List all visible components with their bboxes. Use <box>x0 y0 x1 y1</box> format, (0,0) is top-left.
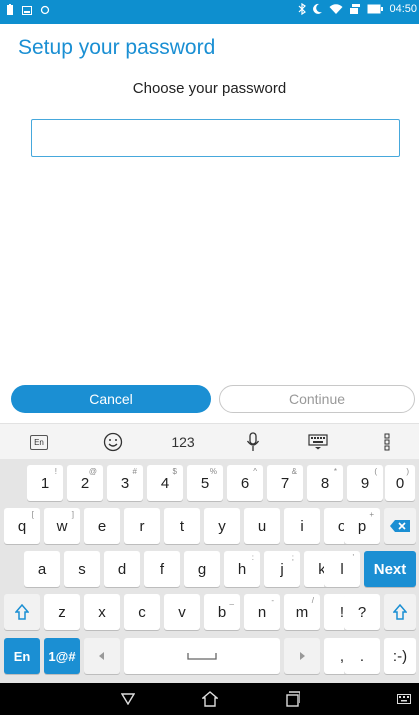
more-options-button[interactable] <box>382 424 392 460</box>
key-m[interactable]: m / <box>284 594 320 630</box>
back-button[interactable] <box>116 683 140 715</box>
key-9[interactable]: 9( <box>347 465 383 501</box>
key-7[interactable]: 7 & <box>267 465 303 501</box>
key-i[interactable]: i <box>284 508 320 544</box>
signal-icon <box>350 4 361 14</box>
status-time: 04:50 <box>389 3 417 15</box>
key-j[interactable]: j; <box>264 551 300 587</box>
key-1[interactable]: 1! <box>27 465 63 501</box>
next-key[interactable]: Next <box>364 551 416 587</box>
page-subtitle: Choose your password <box>132 80 287 97</box>
key-q[interactable]: q[ <box>4 508 40 544</box>
back-icon <box>121 693 135 705</box>
key-n[interactable]: n- <box>244 594 280 630</box>
keyboard-toolbar: En 123 <box>0 423 419 459</box>
status-bar: 04:50 <box>0 0 419 24</box>
shift-icon <box>15 604 29 620</box>
battery-icon <box>367 4 384 14</box>
key-g[interactable]: g <box>184 551 220 587</box>
key-y[interactable]: y <box>204 508 240 544</box>
key-4[interactable]: 4 $ <box>147 465 183 501</box>
key-s[interactable]: s <box>64 551 100 587</box>
key-8[interactable]: 8 * <box>307 465 343 501</box>
key-question[interactable]: ? <box>344 594 380 630</box>
password-input[interactable] <box>31 119 400 157</box>
key-p[interactable]: p + <box>344 508 380 544</box>
key-v[interactable]: v <box>164 594 200 630</box>
key-l[interactable]: l ' <box>324 551 360 587</box>
recents-icon <box>286 691 300 707</box>
key-3[interactable]: 3 # <box>107 465 143 501</box>
key-h[interactable]: h: <box>224 551 260 587</box>
language-label: En <box>30 434 48 450</box>
more-vert-icon <box>384 433 390 451</box>
key-z[interactable]: z <box>44 594 80 630</box>
key-a[interactable]: a <box>24 551 60 587</box>
language-button[interactable]: En <box>28 424 50 460</box>
wifi-icon <box>329 4 343 14</box>
keyboard-hide-button[interactable] <box>394 683 414 715</box>
language-key[interactable]: En <box>4 638 40 674</box>
image-notification-icon <box>22 5 32 15</box>
emoticon-key[interactable]: :-) <box>384 638 416 674</box>
key-0[interactable]: 0) <box>385 465 415 501</box>
key-b[interactable]: b _ <box>204 594 240 630</box>
keyboard-settings-button[interactable] <box>306 424 330 460</box>
key-t[interactable]: t <box>164 508 200 544</box>
keyboard-icon <box>308 434 328 450</box>
moon-icon <box>313 3 323 14</box>
key-d[interactable]: d <box>104 551 140 587</box>
shift-key-right[interactable] <box>384 594 416 630</box>
key-c[interactable]: c <box>124 594 160 630</box>
shift-icon <box>393 604 407 620</box>
cursor-right-key[interactable] <box>284 638 320 674</box>
space-key[interactable] <box>124 638 280 674</box>
bluetooth-icon <box>299 3 307 15</box>
key-2[interactable]: 2 @ <box>67 465 103 501</box>
emoji-button[interactable] <box>101 424 125 460</box>
cursor-left-icon <box>99 652 104 660</box>
continue-button[interactable]: Continue <box>219 385 415 413</box>
space-icon <box>187 653 217 660</box>
backspace-key[interactable] <box>384 508 416 544</box>
key-w[interactable]: w] <box>44 508 80 544</box>
recents-button[interactable] <box>280 683 304 715</box>
key-f[interactable]: f <box>144 551 180 587</box>
shift-key-left[interactable] <box>4 594 40 630</box>
page-title: Setup your password <box>18 36 216 59</box>
key-e[interactable]: e <box>84 508 120 544</box>
battery-notification-icon <box>7 4 13 15</box>
backspace-icon <box>390 520 410 532</box>
home-button[interactable] <box>198 683 222 715</box>
keyboard-icon <box>397 694 411 704</box>
microphone-icon <box>246 432 260 451</box>
home-icon <box>202 691 218 707</box>
symbols-key[interactable]: 1@# <box>44 638 80 674</box>
cancel-button[interactable]: Cancel <box>11 385 211 413</box>
cursor-left-key[interactable] <box>84 638 120 674</box>
voice-input-button[interactable] <box>244 424 262 460</box>
key-5[interactable]: 5% <box>187 465 223 501</box>
sync-notification-icon <box>40 5 50 15</box>
cursor-right-icon <box>300 652 305 660</box>
period-key[interactable]: . <box>344 638 380 674</box>
key-6[interactable]: 6 ^ <box>227 465 263 501</box>
numbers-button[interactable]: 123 <box>168 424 198 460</box>
key-u[interactable]: u <box>244 508 280 544</box>
keyboard: 1! 2 @ 3 # 4 $ 5% 6 ^ 7 & 8 * 9( 0) q[ w] e r … <box>0 459 419 683</box>
key-x[interactable]: x <box>84 594 120 630</box>
navigation-bar <box>0 683 419 715</box>
key-r[interactable]: r <box>124 508 160 544</box>
smiley-icon <box>103 432 123 452</box>
